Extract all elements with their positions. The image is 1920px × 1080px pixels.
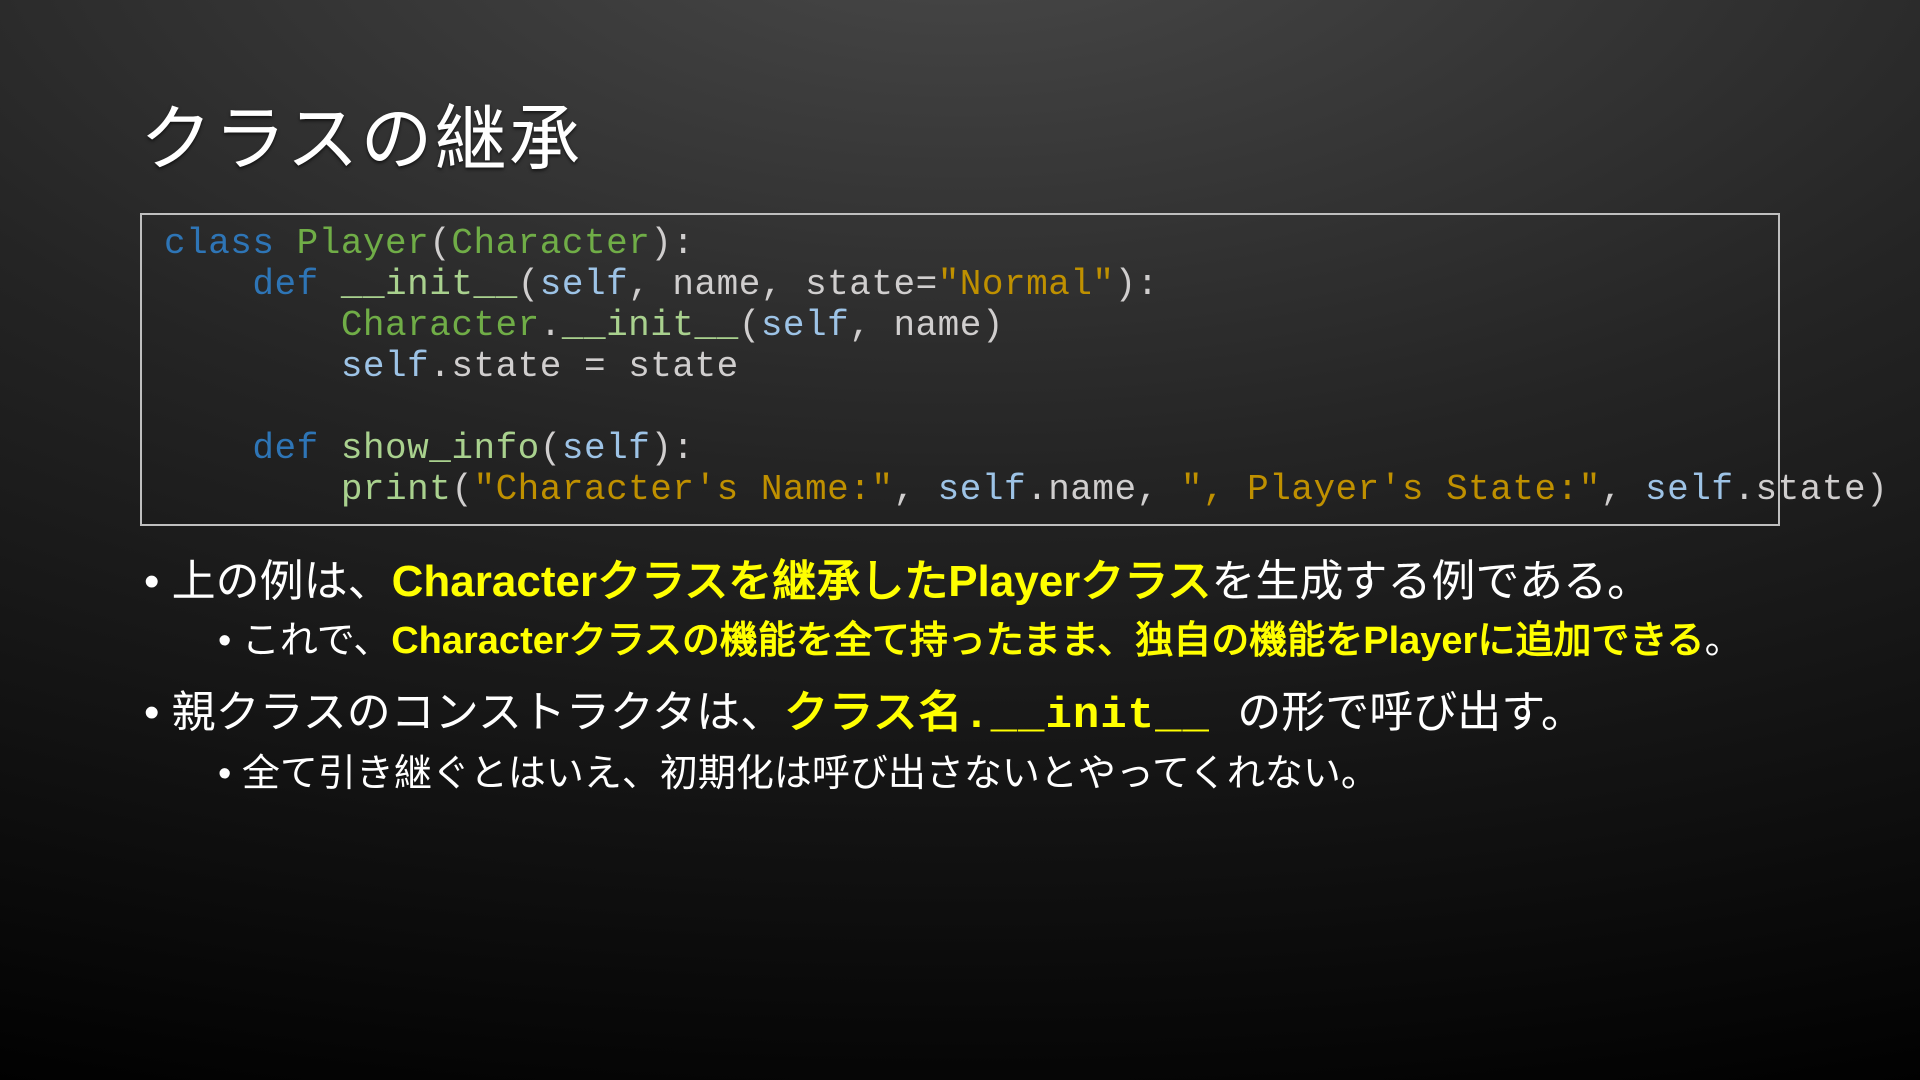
bullet-1-post: を生成する例である。 [1211,557,1651,606]
bullet-1a-pre: これで、 [242,620,391,662]
slide-title: クラスの継承 [140,80,1780,185]
bullet-1-highlight: Characterクラスを継承したPlayerクラス [392,557,1212,606]
bullet-1: 上の例は、Characterクラスを継承したPlayerクラスを生成する例である… [140,554,1780,610]
slide: クラスの継承 class Player(Character): def __in… [0,0,1920,1080]
code-block: class Player(Character): def __init__(se… [140,213,1780,526]
bullet-2-pre: 親クラスのコンストラクタは、 [172,688,784,737]
code-line-4: self.state = state [164,346,739,387]
code-line-7: print("Character's Name:", self.name, ",… [164,469,1888,510]
bullet-list: 上の例は、Characterクラスを継承したPlayerクラスを生成する例である… [140,554,1780,799]
code-line-1: class Player(Character): [164,223,695,264]
bullet-2a: 全て引き継ぐとはいえ、初期化は呼び出さないとやってくれない。 [140,750,1780,799]
code-line-3: Character.__init__(self, name) [164,305,1004,346]
bullet-2a-text: 全て引き継ぐとはいえ、初期化は呼び出さないとやってくれない。 [242,753,1379,795]
bullet-1a: これで、Characterクラスの機能を全て持ったまま、独自の機能をPlayer… [140,617,1780,666]
code-line-2: def __init__(self, name, state="Normal")… [164,264,1159,305]
bullet-2: 親クラスのコンストラクタは、クラス名.__init__ の形で呼び出す。 [140,685,1780,744]
bullet-1a-post: 。 [1705,620,1743,662]
bullet-2-highlight: クラス名.__init__ [784,691,1237,741]
bullet-1-pre: 上の例は、 [172,557,392,606]
bullet-2-post: の形で呼び出す。 [1237,688,1585,737]
code-line-6: def show_info(self): [164,428,695,469]
bullet-1a-highlight: Characterクラスの機能を全て持ったまま、独自の機能をPlayerに追加で… [391,620,1704,662]
